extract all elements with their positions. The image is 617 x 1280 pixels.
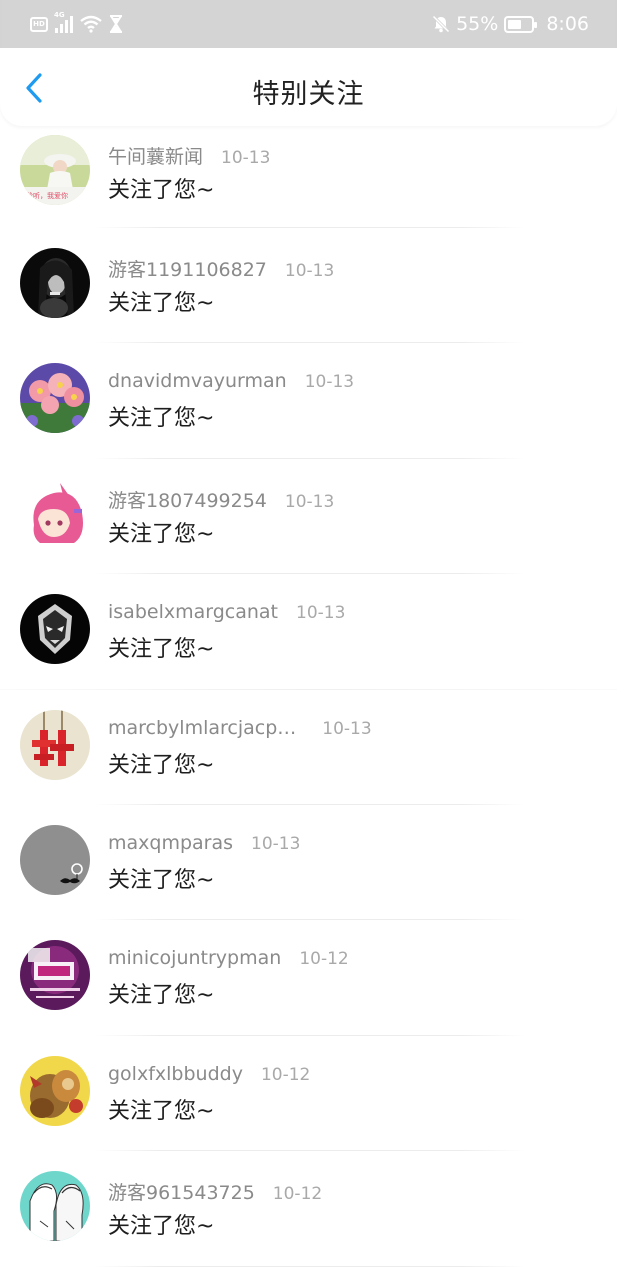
avatar[interactable]	[20, 363, 90, 434]
user-name[interactable]: 游客1807499254	[108, 486, 267, 513]
page-title: 特别关注	[252, 79, 365, 110]
status-right: 55% 8:06	[432, 13, 589, 35]
follow-date: 10-13	[221, 148, 271, 168]
network-type-label: 4G	[54, 11, 65, 19]
avatar-image	[20, 478, 90, 549]
signal-icon: 4G	[54, 11, 73, 33]
wifi-icon	[80, 15, 102, 33]
name-line: 游客1191106827 10-13	[108, 255, 334, 282]
avatar[interactable]	[20, 248, 90, 318]
list-item[interactable]: isabelxmargcanat 10-13 关注了您~	[0, 574, 617, 690]
avatar[interactable]	[20, 824, 90, 895]
list-item[interactable]: 游客961543725 10-12 关注了您~	[0, 1151, 617, 1267]
avatar-image	[20, 363, 90, 434]
follow-list: 聆听，我爱你 午间蘘新闻 10-13 关注了您~ 游客1191106827 10…	[0, 130, 617, 1267]
hourglass-icon	[110, 15, 122, 33]
avatar-image	[20, 709, 90, 780]
avatar[interactable]	[20, 594, 90, 665]
name-line: isabelxmargcanat 10-13	[108, 601, 345, 623]
list-item[interactable]: dnavidmvayurman 10-13 关注了您~	[0, 343, 617, 459]
name-line: 游客961543725 10-12	[108, 1178, 322, 1205]
user-name[interactable]: 游客961543725	[108, 1178, 255, 1205]
signal-bar	[70, 16, 73, 33]
name-line: 午间蘘新闻 10-13	[108, 142, 270, 169]
user-name[interactable]: maxqmparas	[108, 832, 233, 854]
avatar-image	[20, 248, 90, 318]
avatar-image	[20, 1171, 90, 1242]
list-item[interactable]: golxfxlbbuddy 10-12 关注了您~	[0, 1036, 617, 1152]
user-name[interactable]: 午间蘘新闻	[108, 142, 203, 169]
name-line: 游客1807499254 10-13	[108, 486, 334, 513]
follow-date: 10-13	[304, 372, 355, 393]
battery-percent: 55%	[456, 13, 499, 35]
list-item[interactable]: 游客1191106827 10-13 关注了您~	[0, 228, 617, 344]
list-item[interactable]: 游客1807499254 10-13 关注了您~	[0, 459, 617, 575]
user-name[interactable]: minicojuntrypman	[108, 947, 281, 969]
follow-message: 关注了您~	[108, 867, 215, 893]
signal-bar	[65, 20, 68, 33]
screen: HD 4G 55% 8:06 特别关注 聆听，我爱你 午间蘘新闻 10-13 关…	[0, 0, 617, 1280]
list-item[interactable]: marcbylmlarcjacp… 10-13 关注了您~	[0, 690, 617, 805]
follow-date: 10-13	[296, 603, 346, 624]
user-name[interactable]: marcbylmlarcjacp…	[108, 717, 296, 739]
status-left: HD 4G	[30, 11, 123, 33]
user-name[interactable]: isabelxmargcanat	[108, 601, 278, 623]
avatar[interactable]	[20, 940, 90, 1011]
avatar[interactable]	[20, 1171, 90, 1242]
follow-message: 关注了您~	[108, 752, 215, 778]
user-name[interactable]: 游客1191106827	[108, 255, 267, 282]
hd-icon: HD	[30, 16, 48, 32]
avatar-image	[20, 1055, 90, 1126]
name-line: dnavidmvayurman 10-13	[108, 370, 354, 392]
follow-message: 关注了您~	[108, 521, 215, 547]
user-name[interactable]: golxfxlbbuddy	[108, 1063, 243, 1085]
user-name[interactable]: dnavidmvayurman	[108, 370, 287, 392]
list-item[interactable]: maxqmparas 10-13 关注了您~	[0, 805, 617, 921]
avatar[interactable]	[20, 709, 90, 780]
name-line: maxqmparas 10-13	[108, 832, 300, 854]
signal-bar	[55, 28, 58, 33]
follow-date: 10-12	[272, 1184, 323, 1205]
follow-date: 10-13	[251, 833, 301, 854]
name-line: marcbylmlarcjacp… 10-13	[108, 717, 372, 739]
avatar-image: 聆听，我爱你	[20, 135, 90, 205]
follow-message: 关注了您~	[108, 178, 215, 203]
app-header: 特别关注	[0, 48, 617, 126]
follow-message: 关注了您~	[108, 637, 215, 663]
list-item[interactable]: minicojuntrypman 10-12 关注了您~	[0, 920, 617, 1036]
divider	[95, 1265, 525, 1267]
status-bar: HD 4G 55% 8:06	[0, 0, 617, 48]
avatar[interactable]	[20, 1055, 90, 1126]
signal-bar	[60, 24, 63, 33]
avatar-caption: 聆听，我爱你	[26, 191, 68, 200]
follow-message: 关注了您~	[108, 1098, 215, 1124]
name-line: golxfxlbbuddy 10-12	[108, 1063, 310, 1085]
follow-message: 关注了您~	[108, 291, 215, 316]
status-bar-inner: HD 4G 55% 8:06	[2, 0, 615, 48]
avatar[interactable]	[20, 478, 90, 549]
list-item[interactable]: 聆听，我爱你 午间蘘新闻 10-13 关注了您~	[0, 130, 617, 228]
avatar-image	[20, 940, 90, 1011]
follow-message: 关注了您~	[108, 983, 215, 1009]
follow-message: 关注了您~	[108, 406, 215, 432]
mute-bell-icon	[432, 15, 450, 33]
status-time: 8:06	[546, 13, 589, 35]
avatar[interactable]: 聆听，我爱你	[20, 135, 90, 205]
follow-message: 关注了您~	[108, 1214, 215, 1240]
avatar-image	[20, 594, 90, 665]
follow-date: 10-13	[284, 491, 335, 512]
follow-date: 10-13	[284, 261, 335, 281]
avatar-image	[20, 824, 90, 895]
follow-date: 10-12	[299, 949, 349, 970]
follow-date: 10-12	[260, 1064, 311, 1085]
follow-date: 10-13	[322, 718, 372, 739]
name-line: minicojuntrypman 10-12	[108, 947, 349, 969]
battery-icon	[504, 15, 538, 33]
